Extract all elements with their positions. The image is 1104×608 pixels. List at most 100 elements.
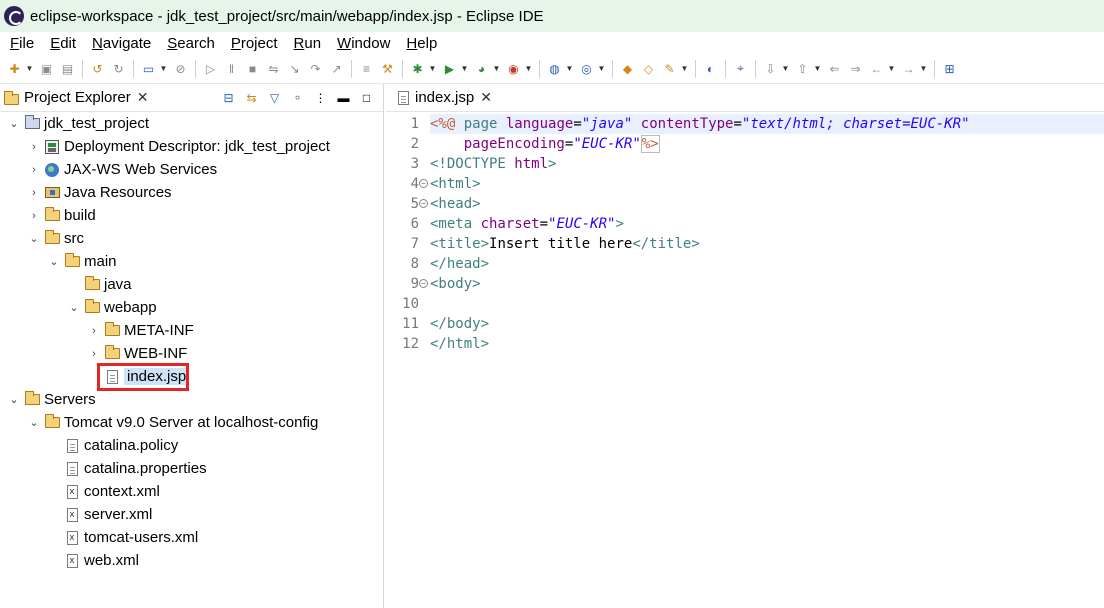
menu-item[interactable]: File (2, 35, 42, 52)
coverage-icon[interactable]: ◕ (473, 60, 490, 77)
focus-icon[interactable]: ⚬ (289, 89, 306, 106)
link-with-editor-icon[interactable]: ⇆ (243, 89, 260, 106)
open-terminal-icon[interactable]: ⚒ (379, 60, 396, 77)
last-edit-location-icon[interactable]: ⇐ (826, 60, 843, 77)
toggle-annotation-icon[interactable]: ⌖ (732, 60, 749, 77)
debug-dropdown-icon[interactable]: ▼ (428, 60, 437, 77)
chevron-down-icon[interactable]: ⌄ (28, 416, 40, 429)
tree-item[interactable]: ⌄ Tomcat v9.0 Server at localhost-config (28, 411, 318, 434)
chevron-right-icon[interactable]: › (28, 164, 40, 176)
coverage-dropdown-icon[interactable]: ▼ (492, 60, 501, 77)
chevron-down-icon[interactable]: ⌄ (48, 255, 60, 268)
new-icon[interactable]: ✚ (6, 60, 23, 77)
run-dropdown-icon[interactable]: ▼ (460, 60, 469, 77)
fold-collapse-icon[interactable]: − (419, 199, 428, 208)
tree-item[interactable]: x web.xml (48, 549, 139, 572)
terminate-icon[interactable]: ■ (244, 60, 261, 77)
menu-item[interactable]: Window (329, 35, 398, 52)
fold-collapse-icon[interactable]: − (419, 179, 428, 188)
menu-item[interactable]: Project (223, 35, 286, 52)
next-annotation-icon[interactable]: ⇩ (762, 60, 779, 77)
suspend-icon[interactable]: ‖ (223, 60, 240, 77)
back-icon[interactable]: ← (868, 60, 885, 77)
tree-item[interactable]: ⌄ jdk_test_project (8, 112, 149, 135)
tree-item[interactable]: › WEB-INF (88, 342, 187, 365)
tree-item[interactable]: › JAX-WS Web Services (28, 158, 217, 181)
chevron-right-icon[interactable]: › (88, 325, 100, 337)
debug-icon[interactable]: ✱ (409, 60, 426, 77)
chevron-down-icon[interactable]: ⌄ (68, 301, 80, 314)
web-browser-icon[interactable]: ◐ (702, 60, 719, 77)
chevron-down-icon[interactable]: ⌄ (28, 232, 40, 245)
resume-icon[interactable]: ▷ (202, 60, 219, 77)
open-perspective-icon[interactable]: ⊞ (941, 60, 958, 77)
next-annotation-dropdown-icon[interactable]: ▼ (781, 60, 790, 77)
chevron-right-icon[interactable]: › (28, 141, 40, 153)
tree-item[interactable]: › Java Resources (28, 181, 171, 204)
tree-item[interactable]: ⌄ webapp (68, 296, 157, 319)
tab-index-jsp[interactable]: index.jsp ✕ (392, 84, 498, 112)
open-task-icon[interactable]: ◇ (640, 60, 657, 77)
previous-annotation-dropdown-icon[interactable]: ▼ (813, 60, 822, 77)
search-tool-icon[interactable]: ✎ (661, 60, 678, 77)
view-menu-icon[interactable]: ⋮ (312, 89, 329, 106)
new-java-class-icon[interactable]: ◎ (578, 60, 595, 77)
run-icon[interactable]: ▶ (441, 60, 458, 77)
tree-item[interactable]: › META-INF (88, 319, 194, 342)
external-tools-icon[interactable]: ◉ (505, 60, 522, 77)
undo-icon[interactable]: ↺ (89, 60, 106, 77)
use-step-filters-icon[interactable]: ≡ (358, 60, 375, 77)
forward-dropdown-icon[interactable]: ▼ (919, 60, 928, 77)
skip-breakpoints-icon[interactable]: ⊘ (172, 60, 189, 77)
tree-item[interactable]: › build (28, 204, 96, 227)
menu-item[interactable]: Search (159, 35, 223, 52)
maximize-icon[interactable]: □ (358, 89, 375, 106)
close-icon[interactable]: ✕ (480, 89, 492, 106)
previous-annotation-icon[interactable]: ⇧ (794, 60, 811, 77)
close-icon[interactable]: ✕ (137, 89, 149, 106)
tab-project-explorer[interactable]: Project Explorer ✕ (0, 84, 154, 112)
step-over-icon[interactable]: ↷ (307, 60, 324, 77)
redo-icon[interactable]: ↻ (110, 60, 127, 77)
fold-collapse-icon[interactable]: − (419, 279, 428, 288)
tree-item[interactable]: x tomcat-users.xml (48, 526, 198, 549)
minimize-icon[interactable]: ▬ (335, 89, 352, 106)
chevron-down-icon[interactable]: ⌄ (8, 117, 20, 130)
step-return-icon[interactable]: ↗ (328, 60, 345, 77)
tree-item[interactable]: ⌄ src (28, 227, 84, 250)
tree-item[interactable]: x context.xml (48, 480, 160, 503)
collapse-all-icon[interactable]: ⊟ (220, 89, 237, 106)
back-dropdown-icon[interactable]: ▼ (887, 60, 896, 77)
console-dropdown-icon[interactable]: ▼ (159, 60, 168, 77)
save-all-icon[interactable]: ▤ (59, 60, 76, 77)
chevron-down-icon[interactable]: ⌄ (8, 393, 20, 406)
new-server-dropdown-icon[interactable]: ▼ (565, 60, 574, 77)
forward-edit-icon[interactable]: ⇒ (847, 60, 864, 77)
step-into-icon[interactable]: ↘ (286, 60, 303, 77)
chevron-right-icon[interactable]: › (88, 348, 100, 360)
menu-item[interactable]: Help (398, 35, 445, 52)
chevron-right-icon[interactable]: › (28, 187, 40, 199)
tree-item[interactable]: catalina.properties (48, 457, 207, 480)
external-tools-dropdown-icon[interactable]: ▼ (524, 60, 533, 77)
filter-icon[interactable]: ▽ (266, 89, 283, 106)
tree-item[interactable]: ⌄ Servers (8, 388, 96, 411)
disconnect-icon[interactable]: ⇋ (265, 60, 282, 77)
new-dropdown-icon[interactable]: ▼ (25, 60, 34, 77)
new-java-class-dropdown-icon[interactable]: ▼ (597, 60, 606, 77)
new-server-icon[interactable]: ◍ (546, 60, 563, 77)
menu-item[interactable]: Edit (42, 35, 84, 52)
tree-item[interactable]: › Deployment Descriptor: jdk_test_project (28, 135, 330, 158)
forward-icon[interactable]: → (900, 60, 917, 77)
chevron-right-icon[interactable]: › (28, 210, 40, 222)
open-type-icon[interactable]: ◆ (619, 60, 636, 77)
menu-item[interactable]: Run (286, 35, 330, 52)
code-editor[interactable]: 1 2 3 4−5−6 7 8 9−10 11 12 <%@ page language="jav… (386, 112, 1104, 608)
console-icon[interactable]: ▭ (140, 60, 157, 77)
save-icon[interactable]: ▣ (38, 60, 55, 77)
menu-item[interactable]: Navigate (84, 35, 159, 52)
search-dropdown-icon[interactable]: ▼ (680, 60, 689, 77)
tree-item[interactable]: catalina.policy (48, 434, 178, 457)
tree-item[interactable]: java (68, 273, 132, 296)
tree-item[interactable]: x server.xml (48, 503, 152, 526)
